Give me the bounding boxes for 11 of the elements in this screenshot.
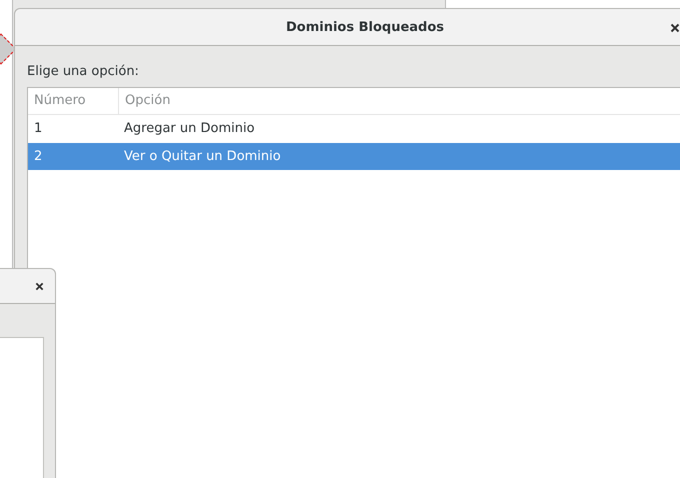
close-icon[interactable] <box>670 23 680 33</box>
table-cell-text: 1 <box>33 121 44 136</box>
table-cell-text: Agregar un Dominio <box>123 121 255 136</box>
table-cell-text: Ver o Quitar un Dominio <box>123 149 281 164</box>
table-cell-text: 2 <box>33 149 44 164</box>
window-title: Dominios Bloqueados <box>284 20 444 34</box>
column-header[interactable]: Número <box>28 88 119 114</box>
prompt-label: Elige una opción: <box>27 63 140 81</box>
column-header[interactable]: Opción <box>119 88 170 114</box>
list-row[interactable]: 2 Ver o Quitar un Dominio <box>28 143 680 171</box>
close-icon[interactable] <box>35 282 44 291</box>
